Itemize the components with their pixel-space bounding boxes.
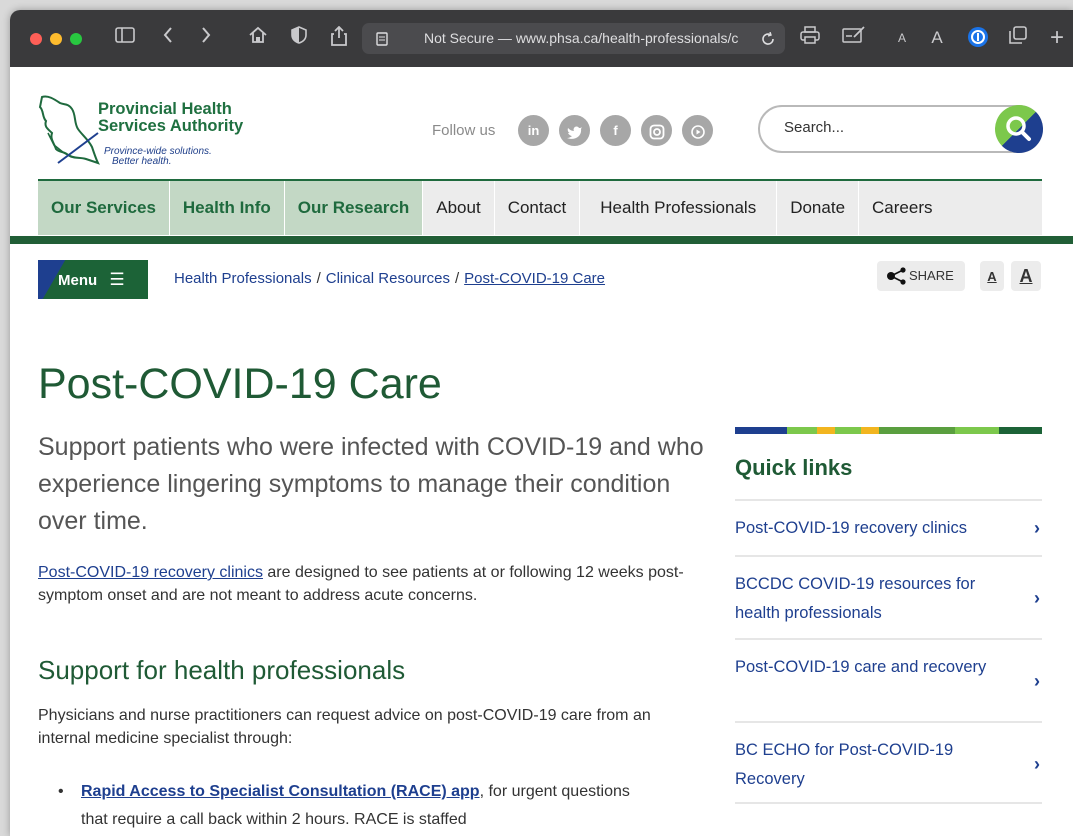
quick-link-bc-echo[interactable]: BC ECHO for Post-COVID-19 Recovery › [735, 721, 1042, 804]
section-heading: Support for health professionals [38, 655, 406, 685]
quick-link-recovery-clinics[interactable]: Post-COVID-19 recovery clinics › [735, 499, 1042, 555]
privacy-shield-icon[interactable] [288, 26, 310, 50]
chevron-right-icon: › [1034, 588, 1040, 608]
print-icon[interactable] [798, 26, 822, 50]
search-icon [1006, 116, 1031, 141]
back-icon[interactable] [158, 26, 178, 50]
org-name-line1: Provincial Health [98, 100, 232, 118]
tabs-overview-icon[interactable] [1006, 26, 1030, 50]
quick-links-title: Quick links [735, 455, 853, 480]
nav-our-services[interactable]: Our Services [38, 181, 170, 235]
race-app-link[interactable]: Rapid Access to Specialist Consultation … [81, 783, 480, 800]
breadcrumb-current[interactable]: Post-COVID-19 Care [464, 270, 605, 287]
quick-link-care-recovery[interactable]: Post-COVID-19 care and recovery › [735, 638, 1042, 721]
browser-window: Not Secure — www.phsa.ca/health-professi… [10, 10, 1073, 836]
facebook-icon[interactable]: f [600, 115, 631, 146]
password-manager-icon[interactable] [966, 26, 990, 50]
tagline-line2: Better health. [112, 156, 172, 167]
intro-paragraph: Post-COVID-19 recovery clinics are desig… [38, 561, 688, 607]
quick-link-bccdc-resources[interactable]: BCCDC COVID-19 resources for health prof… [735, 555, 1042, 638]
page-lede: Support patients who were infected with … [38, 433, 704, 535]
hamburger-icon: ☰ [109, 270, 125, 289]
url-text: Not Secure — www.phsa.ca/health-professi… [424, 30, 739, 46]
reader-icon[interactable] [376, 23, 388, 54]
share-page-icon[interactable] [328, 25, 350, 50]
font-size-small-button[interactable]: A [980, 261, 1004, 291]
quick-link-label: BC ECHO for Post-COVID-19 Recovery [735, 741, 954, 788]
list-item: • Rapid Access to Specialist Consultatio… [58, 778, 658, 834]
breadcrumb: Health Professionals / Clinical Resources /… [174, 270, 606, 287]
share-icon [887, 267, 906, 285]
quick-link-label: BCCDC COVID-19 resources for health prof… [735, 575, 976, 622]
section-paragraph: Physicians and nurse practitioners can r… [38, 707, 651, 747]
browser-toolbar: Not Secure — www.phsa.ca/health-professi… [10, 10, 1073, 67]
page-title: Post-COVID-19 Care [38, 360, 442, 408]
youtube-icon[interactable] [682, 115, 713, 146]
reload-icon[interactable] [761, 23, 775, 54]
breadcrumb-health-professionals[interactable]: Health Professionals [174, 270, 312, 287]
increase-font-button[interactable]: A [928, 26, 946, 50]
home-icon[interactable] [246, 26, 270, 50]
search-box [758, 105, 1043, 153]
share-button[interactable]: SHARE [877, 261, 965, 291]
chevron-right-icon: › [1034, 754, 1040, 774]
nav-health-professionals[interactable]: Health Professionals [580, 181, 778, 235]
close-window-button[interactable] [30, 33, 42, 45]
zoom-window-button[interactable] [70, 33, 82, 45]
chevron-right-icon: › [1034, 518, 1040, 538]
nav-about[interactable]: About [423, 181, 495, 235]
nav-contact[interactable]: Contact [494, 181, 581, 235]
breadcrumb-clinical-resources[interactable]: Clinical Resources [326, 270, 450, 287]
address-bar[interactable]: Not Secure — www.phsa.ca/health-professi… [362, 23, 785, 54]
bullet-dot: • [58, 783, 64, 800]
quick-link-label: Post-COVID-19 recovery clinics [735, 519, 967, 537]
menu-button[interactable]: Menu ☰ [38, 260, 148, 299]
linkedin-icon[interactable]: in [518, 115, 549, 146]
nav-donate[interactable]: Donate [777, 181, 860, 235]
nav-careers[interactable]: Careers [859, 181, 1042, 235]
sidebar-icon[interactable] [112, 26, 138, 50]
new-tab-icon[interactable]: + [1046, 26, 1068, 50]
recovery-clinics-link[interactable]: Post-COVID-19 recovery clinics [38, 564, 263, 581]
chevron-right-icon: › [1034, 671, 1040, 691]
share-label: SHARE [909, 268, 954, 283]
nav-divider [10, 236, 1073, 244]
twitter-icon[interactable] [559, 115, 590, 146]
org-name-line2: Services Authority [98, 117, 244, 135]
quick-link-label: Post-COVID-19 care and recovery [735, 658, 987, 676]
search-input[interactable] [784, 119, 984, 136]
bc-map-icon [38, 95, 100, 165]
menu-label: Menu [58, 272, 98, 289]
nav-our-research[interactable]: Our Research [284, 181, 424, 235]
forward-icon[interactable] [196, 26, 216, 50]
instagram-icon[interactable] [641, 115, 672, 146]
annotate-icon[interactable] [840, 26, 868, 50]
quick-links-color-bar [735, 427, 1042, 434]
phsa-logo[interactable]: Provincial Health Services Authority Pro… [38, 93, 258, 168]
font-size-large-button[interactable]: A [1011, 261, 1041, 291]
search-button[interactable] [995, 105, 1043, 153]
minimize-window-button[interactable] [50, 33, 62, 45]
follow-us-label: Follow us [432, 122, 496, 139]
main-navigation: Our Services Health Info Our Research Ab… [38, 179, 1042, 235]
nav-health-info[interactable]: Health Info [169, 181, 285, 235]
decrease-font-button[interactable]: A [894, 26, 910, 50]
